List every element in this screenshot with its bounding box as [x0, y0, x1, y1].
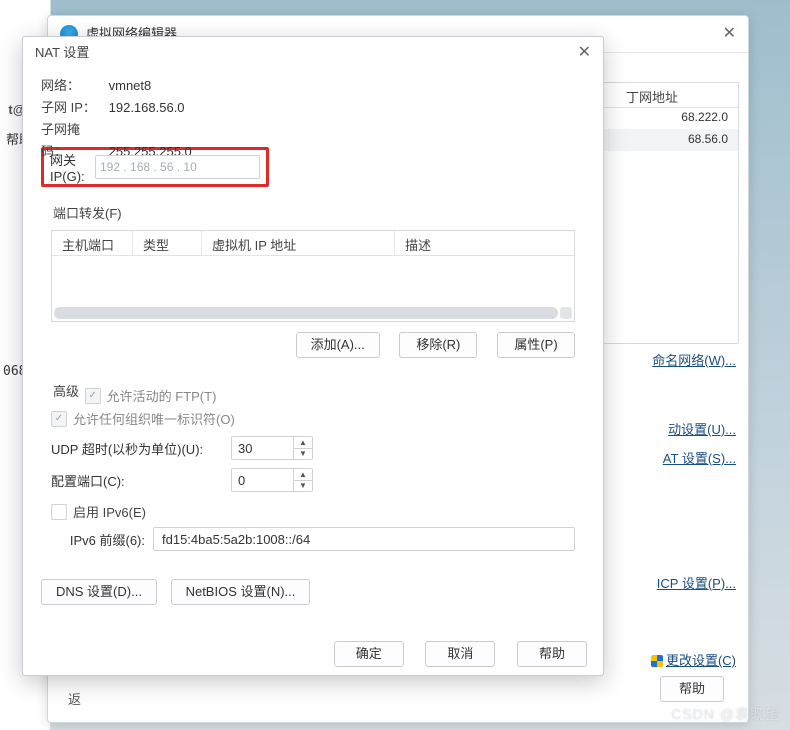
ipv6-prefix-input[interactable]: [153, 527, 575, 551]
gateway-ip-input[interactable]: [95, 155, 260, 179]
allow-any-oui-checkbox[interactable]: ✓ 允许任何组织唯一标识符(O): [51, 409, 235, 428]
udp-timeout-stepper[interactable]: ▲▼: [231, 436, 313, 460]
back-label-trunc: 返: [68, 689, 81, 708]
netbios-settings-button[interactable]: NetBIOS 设置(N)...: [171, 579, 311, 605]
port-forwarding-fieldset: 端口转发(F) 主机端口 类型 虚拟机 IP 地址 描述 添加(A)... 移除…: [41, 197, 585, 370]
change-settings-link[interactable]: 更改设置(C): [626, 650, 736, 669]
close-icon[interactable]: ✕: [578, 37, 591, 69]
allow-any-oui-label: 允许任何组织唯一标识符(O): [73, 409, 235, 428]
col-type: 类型: [133, 231, 202, 255]
help-button[interactable]: 帮助: [517, 641, 587, 667]
config-port-input[interactable]: [231, 468, 293, 492]
enable-ipv6-label: 启用 IPv6(E): [73, 502, 146, 521]
advanced-legend: 高级: [51, 384, 81, 399]
chevron-down-icon[interactable]: ▼: [294, 449, 312, 460]
ok-button[interactable]: 确定: [334, 641, 404, 667]
udp-timeout-input[interactable]: [231, 436, 293, 460]
row-addr: 68.222.0: [681, 110, 728, 124]
dns-settings-button[interactable]: DNS 设置(D)...: [41, 579, 157, 605]
remove-button[interactable]: 移除(R): [399, 332, 477, 358]
allow-active-ftp-label: 允许活动的 FTP(T): [107, 386, 217, 405]
dhcp-settings-link[interactable]: ICP 设置(P)...: [626, 573, 736, 592]
cancel-button[interactable]: 取消: [425, 641, 495, 667]
gateway-ip-label: 网关 IP(G):: [50, 150, 89, 184]
check-icon: ✓: [85, 388, 101, 404]
scrollbar-right-icon[interactable]: [560, 307, 572, 319]
add-button[interactable]: 添加(A)...: [296, 332, 380, 358]
advanced-fieldset: 高级 ✓ 允许活动的 FTP(T) ✓ 允许任何组织唯一标识符(O) UDP 超…: [41, 374, 585, 563]
chevron-down-icon[interactable]: ▼: [294, 481, 312, 492]
nat-settings-link[interactable]: AT 设置(S)...: [626, 448, 736, 467]
config-port-label: 配置端口(C):: [51, 471, 231, 490]
col-subnet-addr: 丁网地址: [618, 83, 738, 106]
config-port-stepper[interactable]: ▲▼: [231, 468, 313, 492]
subnet-ip-value: 192.168.56.0: [109, 100, 185, 115]
network-value: vmnet8: [109, 78, 152, 93]
help-button[interactable]: 帮助: [660, 676, 724, 702]
nat-dialog-title: NAT 设置: [35, 37, 89, 69]
port-forwarding-legend: 端口转发(F): [51, 206, 124, 221]
chevron-up-icon[interactable]: ▲: [294, 437, 312, 449]
enable-ipv6-checkbox[interactable]: ✓ 启用 IPv6(E): [51, 502, 146, 521]
watermark: CSDN @袁既望: [671, 704, 780, 724]
col-host-port: 主机端口: [52, 231, 133, 255]
rename-network-link[interactable]: 命名网络(W)...: [626, 350, 736, 369]
port-forwarding-grid[interactable]: 主机端口 类型 虚拟机 IP 地址 描述: [51, 230, 575, 322]
close-icon[interactable]: ✕: [723, 16, 736, 52]
col-vm-ip: 虚拟机 IP 地址: [202, 231, 395, 255]
col-desc: 描述: [395, 231, 574, 255]
subnet-ip-label: 子网 IP：: [41, 97, 105, 119]
network-label: 网络：: [41, 75, 105, 97]
ipv6-prefix-label: IPv6 前缀(6):: [51, 530, 145, 549]
allow-active-ftp-checkbox[interactable]: ✓ 允许活动的 FTP(T): [85, 386, 217, 405]
scrollbar-thumb[interactable]: [54, 307, 558, 319]
row-addr: 68.56.0: [688, 132, 728, 146]
udp-timeout-label: UDP 超时(以秒为单位)(U):: [51, 439, 231, 458]
check-icon: ✓: [51, 411, 67, 427]
auto-settings-link[interactable]: 动设置(U)...: [626, 419, 736, 438]
check-icon: ✓: [51, 504, 67, 520]
properties-button[interactable]: 属性(P): [497, 332, 575, 358]
shield-icon: [651, 655, 663, 667]
nat-settings-dialog: NAT 设置 ✕ 网络： vmnet8 子网 IP： 192.168.56.0 …: [22, 36, 604, 676]
chevron-up-icon[interactable]: ▲: [294, 469, 312, 481]
